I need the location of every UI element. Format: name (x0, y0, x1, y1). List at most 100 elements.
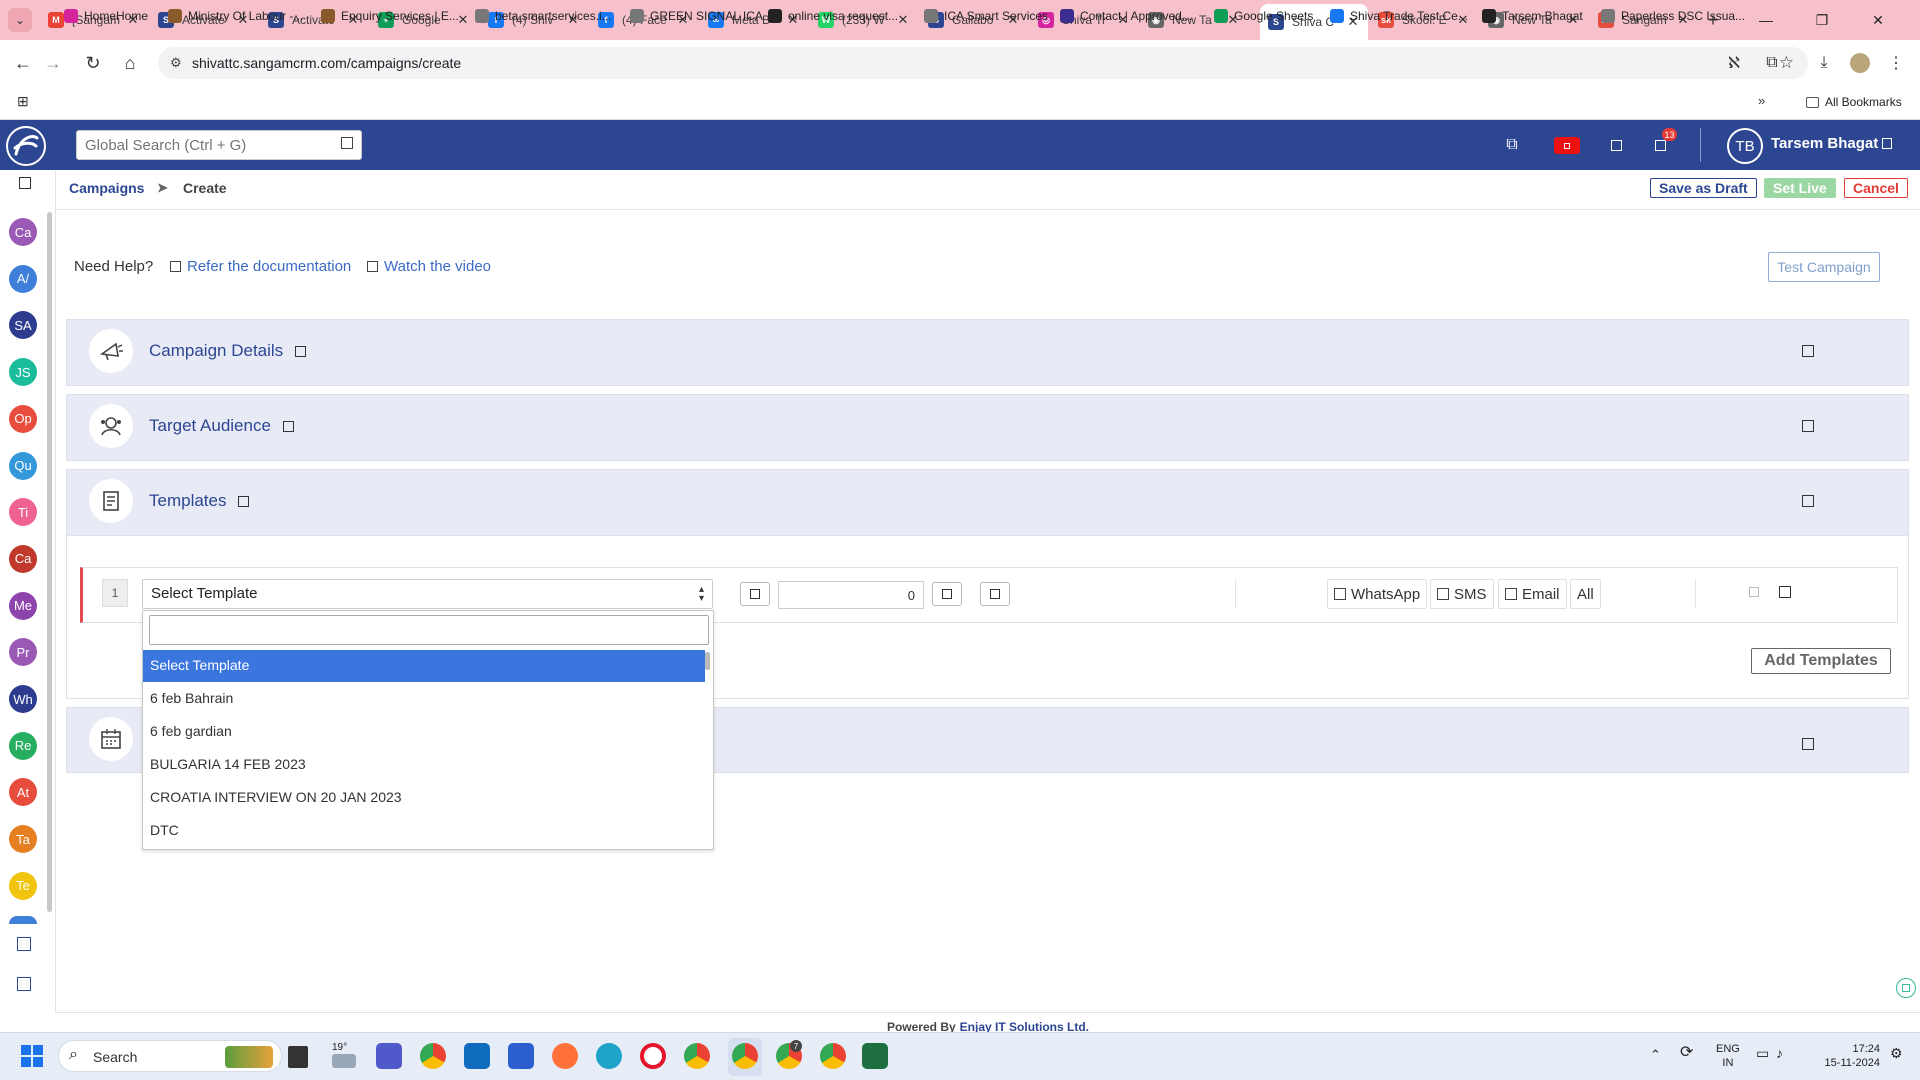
network-icon[interactable]: ▭ (1756, 1046, 1769, 1060)
chrome-active-icon[interactable] (732, 1043, 758, 1069)
delay-input[interactable]: 0 (778, 581, 924, 609)
teams-icon[interactable] (376, 1043, 402, 1069)
delay-unit-button[interactable] (932, 582, 962, 606)
rail-module-button[interactable]: Wh (9, 685, 37, 713)
channel-whatsapp[interactable]: WhatsApp (1327, 579, 1428, 609)
forward-button[interactable]: → (38, 48, 68, 78)
template-preview-button[interactable] (740, 582, 770, 606)
dropdown-option[interactable]: Select Template (143, 650, 705, 682)
bookmark-item[interactable]: beta.smartservices.i... (475, 9, 612, 23)
rail-module-button[interactable]: Ca (9, 218, 37, 246)
rail-toggle-icon[interactable] (19, 177, 31, 189)
store-icon[interactable] (508, 1043, 534, 1069)
excel-icon[interactable] (862, 1043, 888, 1069)
delete-row-icon[interactable] (1779, 586, 1791, 598)
sync-icon[interactable]: ⟳ (1680, 1045, 1693, 1061)
home-icon[interactable]: ⌂ (115, 48, 145, 78)
save-draft-button[interactable]: Save as Draft (1650, 178, 1757, 198)
dropdown-option[interactable]: DTC (143, 815, 705, 847)
notification-center-icon[interactable]: ⚙ (1890, 1046, 1903, 1060)
bookmark-item[interactable]: Paperless DSC Issua... (1601, 9, 1745, 23)
rail-module-button[interactable]: A/ (9, 264, 37, 293)
rail-module-button[interactable]: Ca (9, 544, 37, 573)
rail-module-button[interactable]: Te (9, 871, 37, 900)
email-checkbox[interactable] (1505, 588, 1517, 600)
user-menu-icon[interactable] (1882, 138, 1893, 149)
bookmark-item[interactable]: Tarsem Bhagat (1482, 9, 1583, 23)
row-option-icon[interactable] (1749, 587, 1759, 597)
opera-icon[interactable] (640, 1043, 666, 1069)
edge-icon[interactable] (596, 1043, 622, 1069)
rail-module-button[interactable]: Qu (9, 451, 37, 480)
dropdown-option[interactable]: 6 feb Bahrain (143, 683, 705, 715)
volume-icon[interactable]: ♪ (1776, 1046, 1783, 1060)
back-button[interactable]: ← (8, 48, 38, 78)
sangam-logo[interactable] (6, 126, 46, 166)
templates-title[interactable]: Templates (149, 491, 255, 511)
target-audience-section[interactable] (66, 394, 1909, 461)
rail-module-button[interactable]: Me (9, 591, 37, 620)
weather-widget[interactable]: 19° (332, 1042, 347, 1053)
tab-search-button[interactable]: ⌄ (8, 8, 32, 32)
bookmark-item[interactable]: Enquiry Services | E... (321, 9, 459, 23)
downloads-icon[interactable]: ⤓ (1810, 49, 1838, 77)
profile-avatar[interactable] (1850, 53, 1870, 73)
chrome-profile-3-icon[interactable] (820, 1043, 846, 1069)
restore-button[interactable]: ❐ (1794, 0, 1850, 40)
campaign-details-title[interactable]: Campaign Details (149, 341, 312, 361)
whatsapp-checkbox[interactable] (1334, 588, 1346, 600)
bookmark-item[interactable]: Contact | Approved... (1060, 9, 1192, 23)
bookmark-item[interactable]: Shiva Trade Test Ce... (1330, 9, 1468, 23)
clock[interactable]: 17:24 (1846, 1042, 1880, 1056)
address-bar[interactable]: ⚙ shivattc.sangamcrm.com/campaigns/creat… (158, 47, 1808, 79)
video-link[interactable]: Watch the video (367, 258, 491, 275)
tray-overflow-chevron-icon[interactable]: ⌃ (1650, 1048, 1661, 1062)
extension-icon[interactable]: ℵ (1720, 49, 1748, 77)
rail-scrollbar[interactable] (47, 212, 52, 912)
extensions-puzzle-icon[interactable]: ⧉ (1758, 49, 1786, 77)
dropdown-option[interactable]: BULGARIA 14 FEB 2023 (143, 749, 705, 781)
chrome-menu-icon[interactable]: ⋮ (1882, 49, 1910, 77)
rail-module-button[interactable]: Re (9, 731, 37, 760)
rail-module-button[interactable]: Ti (9, 498, 37, 527)
global-search-box[interactable] (76, 130, 362, 160)
dropdown-option[interactable]: 6 feb gardian (143, 716, 705, 748)
record-icon[interactable] (1554, 137, 1580, 154)
test-campaign-button[interactable]: Test Campaign (1768, 252, 1880, 282)
schedule-button[interactable] (980, 582, 1010, 606)
rail-module-button[interactable]: Op (9, 404, 37, 433)
close-window-button[interactable]: ✕ (1850, 0, 1906, 40)
all-bookmarks-folder[interactable]: All Bookmarks (1806, 95, 1902, 109)
bookmark-item[interactable]: Ministry Of Labour -... (168, 9, 303, 23)
dropdown-scrollbar[interactable] (705, 652, 710, 670)
rail-settings-icon[interactable] (17, 977, 31, 991)
rail-module-button[interactable]: Ta (9, 825, 37, 854)
sms-checkbox[interactable] (1437, 588, 1449, 600)
templates-section-header[interactable] (66, 469, 1909, 536)
target-audience-expand-icon[interactable] (1802, 420, 1814, 432)
campaign-details-expand-icon[interactable] (1802, 345, 1814, 357)
chat-widget-button[interactable] (1896, 978, 1916, 998)
template-select[interactable]: Select Template ▴ ▾ (142, 579, 713, 609)
chrome-profile-icon[interactable] (684, 1043, 710, 1069)
rail-more-icon[interactable] (17, 937, 31, 951)
chrome-icon[interactable] (420, 1043, 446, 1069)
tab-close-icon[interactable]: ✕ (896, 12, 910, 28)
firefox-icon[interactable] (552, 1043, 578, 1069)
rail-item-partial[interactable] (9, 916, 37, 924)
user-avatar[interactable]: TB (1727, 128, 1763, 164)
notes-icon[interactable] (1604, 133, 1628, 157)
add-templates-button[interactable]: Add Templates (1751, 648, 1891, 674)
channel-all[interactable]: All (1570, 579, 1601, 609)
set-live-button[interactable]: Set Live (1764, 178, 1836, 198)
task-view-icon[interactable] (288, 1046, 308, 1068)
channel-email[interactable]: Email (1498, 579, 1567, 609)
bookmark-item[interactable]: ICA Smart Services (924, 9, 1048, 23)
reload-button[interactable]: ↻ (78, 48, 108, 78)
windows-start-icon[interactable] (20, 1044, 44, 1068)
bookmark-item[interactable]: HomeHome (64, 9, 148, 23)
language-indicator[interactable]: ENG IN (1716, 1042, 1740, 1070)
campaign-details-section[interactable] (66, 319, 1909, 386)
mail-icon[interactable] (464, 1043, 490, 1069)
minimize-button[interactable]: — (1738, 0, 1794, 40)
